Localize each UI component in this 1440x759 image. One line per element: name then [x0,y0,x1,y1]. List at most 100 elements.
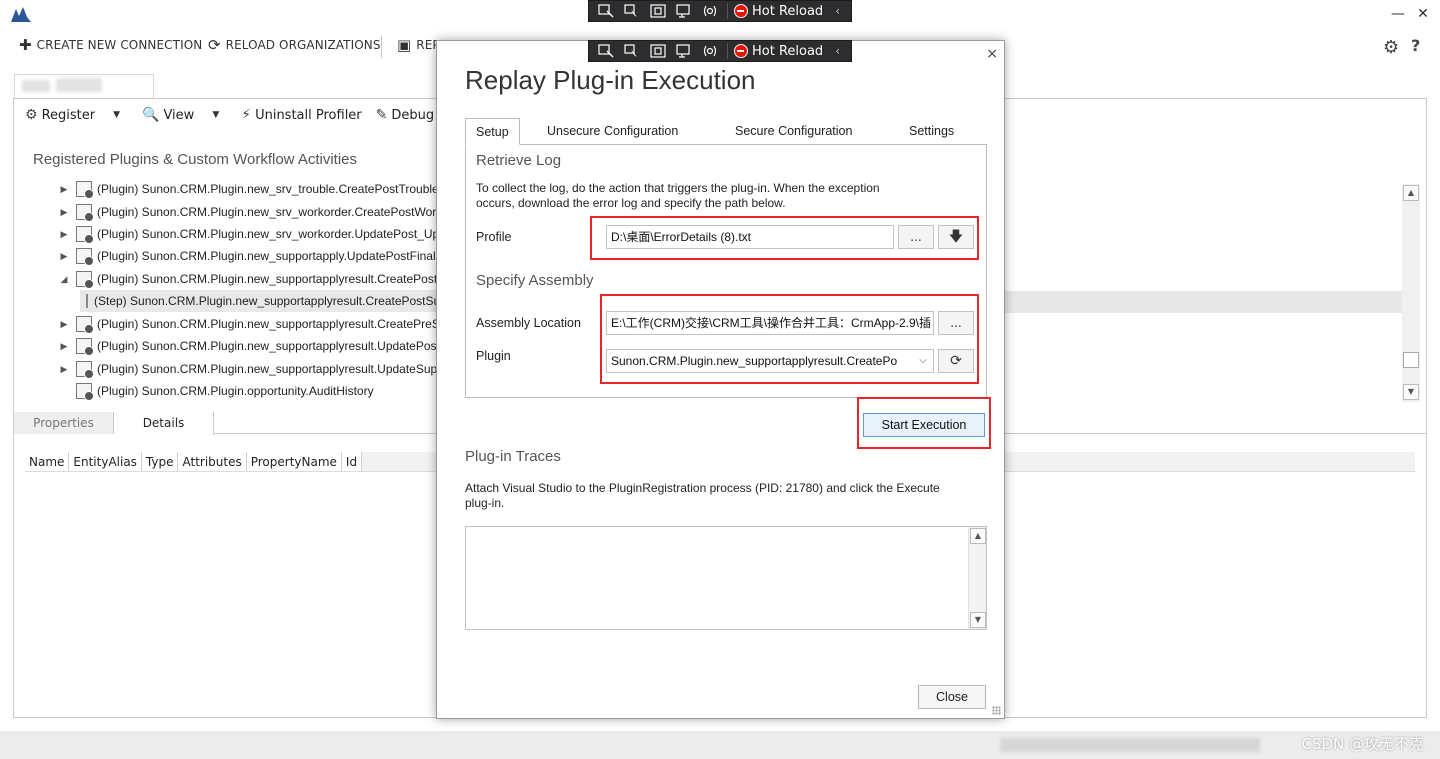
tree-item-label: (Plugin) Sunon.CRM.Plugin.new_supportapp… [97,272,438,286]
traces-scrollbar[interactable]: ▲ ▼ [968,527,986,629]
expand-icon[interactable]: ▶ [58,207,70,218]
register-button[interactable]: ⚙ Register ▼ [25,107,128,123]
chevron-down-icon[interactable]: ⌵ [919,350,927,372]
hot-reload-icon [734,4,748,18]
tree-item-selected[interactable]: (Step) Sunon.CRM.Plugin.new_supportapply… [80,290,438,312]
debug-button[interactable]: ✎ Debug [376,107,435,123]
view-button[interactable]: 🔍 View ▼ [142,107,227,123]
profile-input[interactable]: D:\桌面\ErrorDetails (8).txt [606,225,894,249]
debug-icon: ✎ [375,107,388,123]
tree-item[interactable]: ▶ (Plugin) Sunon.CRM.Plugin.new_supporta… [58,313,438,335]
plugin-select-value: Sunon.CRM.Plugin.new_supportapplyresult.… [611,354,898,368]
reload-organizations-button[interactable]: ⟳ RELOAD ORGANIZATIONS [208,36,381,54]
help-icon[interactable]: ? [1411,36,1420,55]
resize-grip-icon[interactable] [992,706,1001,715]
plugin-icon [76,316,94,334]
uninstall-profiler-button[interactable]: ⚡ Uninstall Profiler [241,107,361,123]
profile-browse-button[interactable]: ... [898,225,934,249]
assembly-browse-button[interactable]: ... [938,311,974,335]
registered-plugins-title: Registered Plugins & Custom Workflow Act… [33,151,358,168]
tree-item-label: (Plugin) Sunon.CRM.Plugin.new_supportapp… [97,249,438,263]
track-focus-icon[interactable] [675,3,693,19]
tree-item-label: (Plugin) Sunon.CRM.Plugin.new_supportapp… [97,317,438,331]
tree-item[interactable]: ▶ (Plugin) Sunon.CRM.Plugin.new_srv_work… [58,223,438,245]
collapse-icon[interactable]: ◢ [58,274,70,285]
close-button[interactable]: Close [918,685,986,709]
toolbar-divider [381,36,382,58]
binding-failures-icon[interactable] [701,43,719,59]
expand-icon[interactable]: ▶ [58,364,70,375]
column-header[interactable]: EntityAlias [69,452,142,471]
tree-item[interactable]: ◢ (Plugin) Sunon.CRM.Plugin.new_supporta… [58,268,438,290]
tree-item[interactable]: ▶ (Plugin) Sunon.CRM.Plugin.new_supporta… [58,335,438,357]
column-header[interactable]: PropertyName [246,452,342,471]
plugin-toolbar: ⚙ Register ▼ 🔍 View ▼ ⚡ Uninstall Profil… [25,105,448,125]
scroll-up-icon[interactable]: ▲ [1403,185,1419,201]
assembly-location-input[interactable]: E:\工作(CRM)交接\CRM工具\操作合并工具：CrmApp-2.9\插 [606,311,934,335]
view-dropdown-icon[interactable]: ▼ [212,110,219,120]
column-header[interactable]: Name [25,452,70,471]
tree-item[interactable]: ▶ (Plugin) Sunon.CRM.Plugin.new_supporta… [58,358,438,380]
hot-reload-label[interactable]: Hot Reload [752,4,823,19]
scroll-thumb[interactable] [1403,352,1419,368]
register-dropdown-icon[interactable]: ▼ [113,110,120,120]
plugin-select[interactable]: Sunon.CRM.Plugin.new_supportapplyresult.… [606,349,934,373]
redacted-text [56,78,102,92]
retrieve-log-title: Retrieve Log [476,152,562,169]
tab-details[interactable]: Details [114,412,214,435]
tree-scrollbar[interactable]: ▲ ▼ [1402,184,1420,402]
minimize-icon[interactable]: — [1388,4,1408,24]
download-icon[interactable]: 🡇 [938,225,974,249]
view-label: View [163,107,195,123]
tree-item[interactable]: (Plugin) Sunon.CRM.Plugin.opportunity.Au… [58,380,374,402]
uninstall-icon: ⚡ [241,107,252,123]
plugin-traces-output[interactable]: ▲ ▼ [465,526,987,630]
watermark: CSDN @攻无不克 [1301,735,1424,753]
dialog-close-icon[interactable]: × [986,46,998,62]
tab-secure-configuration[interactable]: Secure Configuration [725,118,862,145]
tab-properties[interactable]: Properties [14,412,114,434]
tab-setup[interactable]: Setup [465,118,520,145]
column-header[interactable]: Id [341,452,363,471]
display-layout-icon[interactable] [649,3,667,19]
live-tree-icon[interactable] [597,3,615,19]
binding-failures-icon[interactable] [701,3,719,19]
live-tree-icon[interactable] [597,43,615,59]
start-execution-button[interactable]: Start Execution [863,413,985,437]
chevron-left-icon[interactable]: ‹ [835,4,840,18]
scroll-down-icon[interactable]: ▼ [970,612,986,628]
tab-settings[interactable]: Settings [899,118,964,145]
redacted-text [1000,738,1260,752]
expand-icon[interactable]: ▶ [58,229,70,240]
register-label: Register [41,107,96,123]
scroll-up-icon[interactable]: ▲ [970,528,986,544]
redacted-text [22,80,50,92]
tree-item[interactable]: ▶ (Plugin) Sunon.CRM.Plugin.new_srv_trou… [58,178,438,200]
view-icon: 🔍 [142,107,160,123]
column-header[interactable]: Type [141,452,179,471]
select-element-icon[interactable] [623,3,641,19]
chevron-left-icon[interactable]: ‹ [835,44,840,58]
expand-icon[interactable]: ▶ [58,184,70,195]
column-header[interactable]: Attributes [178,452,247,471]
create-connection-button[interactable]: ✚ CREATE NEW CONNECTION [19,36,202,54]
tab-unsecure-configuration[interactable]: Unsecure Configuration [537,118,688,145]
register-icon: ⚙ [25,107,38,123]
plugin-icon [76,181,94,199]
expand-icon[interactable]: ▶ [58,319,70,330]
select-element-icon[interactable] [623,43,641,59]
step-icon [86,294,88,308]
scroll-down-icon[interactable]: ▼ [1403,384,1419,400]
hot-reload-label[interactable]: Hot Reload [752,44,823,59]
tree-item[interactable]: ▶ (Plugin) Sunon.CRM.Plugin.new_supporta… [58,245,438,267]
expand-icon[interactable]: ▶ [58,341,70,352]
expand-icon[interactable]: ▶ [58,251,70,262]
display-layout-icon[interactable] [649,43,667,59]
replay-button[interactable]: ▣ REP [397,36,440,54]
create-connection-label: CREATE NEW CONNECTION [36,38,203,52]
track-focus-icon[interactable] [675,43,693,59]
refresh-icon[interactable]: ⟳ [938,349,974,373]
close-window-icon[interactable]: ✕ [1413,4,1433,24]
tree-item[interactable]: ▶ (Plugin) Sunon.CRM.Plugin.new_srv_work… [58,201,438,223]
gear-icon[interactable]: ⚙ [1383,37,1399,58]
